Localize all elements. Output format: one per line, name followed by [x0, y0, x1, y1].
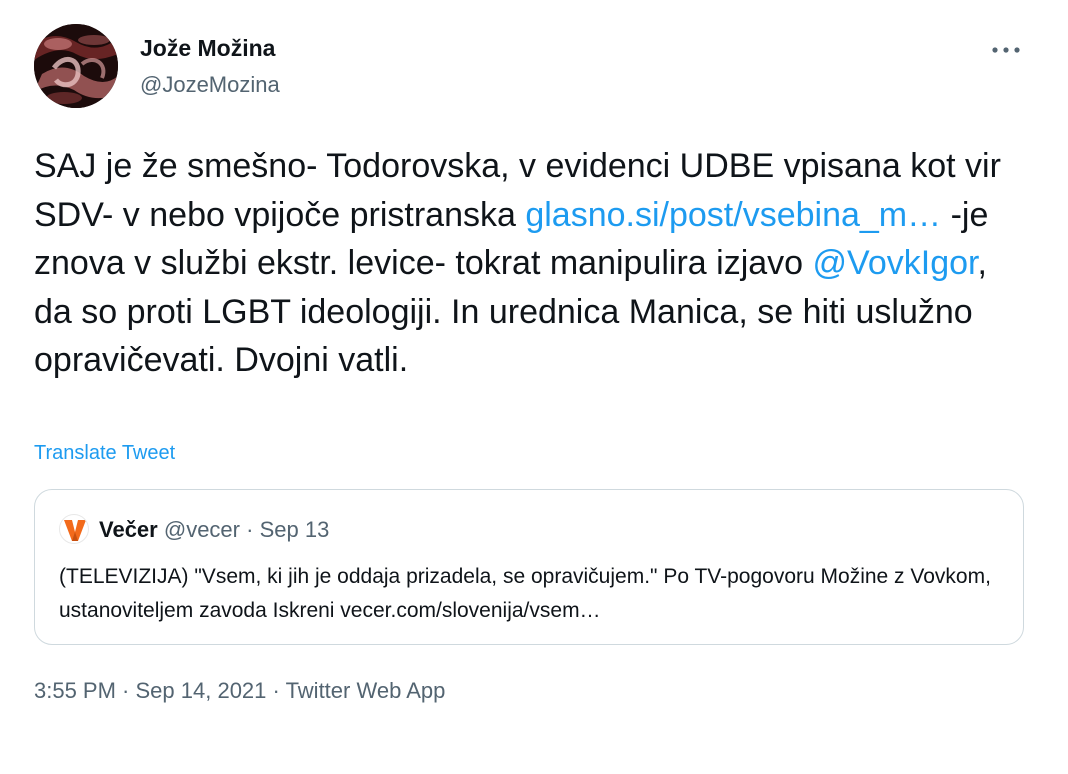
author-name[interactable]: Jože Možina	[140, 35, 275, 62]
tweet-container: Jože Možina @JozeMozina SAJ je že smešno…	[0, 0, 1068, 774]
vecer-logo-icon	[64, 520, 86, 541]
translate-tweet-link[interactable]: Translate Tweet	[34, 442, 175, 465]
meta-separator: ·	[266, 678, 286, 703]
tweet-time[interactable]: 3:55 PM	[34, 678, 116, 703]
author-avatar[interactable]	[34, 24, 118, 108]
author-avatar-image	[34, 24, 118, 108]
tweet-link[interactable]: glasno.si/post/vsebina_m…	[525, 196, 941, 234]
quote-author-handle: @vecer	[163, 517, 240, 542]
quote-date: Sep 13	[259, 517, 330, 542]
more-options-button[interactable]	[986, 30, 1026, 70]
tweet-source[interactable]: Twitter Web App	[286, 678, 446, 703]
quote-text: (TELEVIZIJA) "Vsem, ki jih je oddaja pri…	[59, 565, 991, 622]
meta-separator: ·	[115, 678, 136, 703]
quote-tweet-card[interactable]: Večer @vecer · Sep 13 (TELEVIZIJA) "Vsem…	[34, 489, 1024, 645]
tweet-metadata: 3:55 PM · Sep 14, 2021 · Twitter Web App	[34, 678, 445, 704]
quote-avatar[interactable]	[59, 514, 89, 544]
tweet-date[interactable]: Sep 14, 2021	[136, 678, 267, 703]
mention-link[interactable]: @VovkIgor	[813, 244, 978, 282]
tweet-text: SAJ je že smešno- Todorovska, v evidenci…	[34, 142, 1034, 385]
author-handle[interactable]: @JozeMozina	[140, 72, 280, 98]
quote-author-name: Večer	[99, 517, 158, 542]
quote-separator: ·	[246, 517, 254, 542]
more-horizontal-icon	[992, 47, 1020, 53]
quote-header: Večer @vecer · Sep 13	[99, 517, 329, 543]
